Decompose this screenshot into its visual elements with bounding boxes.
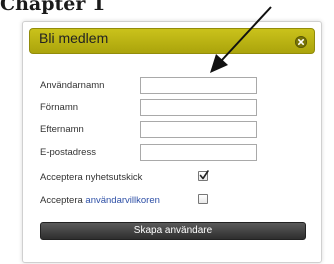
firstname-row: Förnamn: [40, 99, 310, 119]
username-label: Användarnamn: [40, 80, 105, 91]
terms-label-text: Acceptera: [40, 195, 86, 206]
lastname-row: Efternamn: [40, 121, 310, 141]
terms-label: Acceptera användarvillkoren: [40, 195, 160, 206]
close-icon[interactable]: [295, 36, 307, 48]
terms-link[interactable]: användarvillkoren: [85, 195, 159, 206]
email-input[interactable]: [140, 144, 257, 161]
terms-checkbox[interactable]: [198, 194, 208, 204]
lastname-input[interactable]: [140, 121, 257, 138]
signup-dialog: Bli medlem Användarnamn Förnamn Efternam…: [22, 21, 322, 263]
dialog-title: Bli medlem: [39, 30, 109, 46]
username-row: Användarnamn: [40, 77, 310, 97]
dialog-titlebar: Bli medlem: [29, 28, 315, 54]
newsletter-label: Acceptera nyhetsutskick: [40, 172, 143, 183]
newsletter-row: Acceptera nyhetsutskick: [40, 169, 310, 189]
firstname-label: Förnamn: [40, 102, 79, 113]
lastname-label: Efternamn: [40, 124, 84, 135]
page-caption: Chapter 1: [0, 0, 106, 15]
username-input[interactable]: [140, 77, 257, 94]
email-label: E-postadress: [40, 147, 96, 158]
newsletter-checkbox[interactable]: [198, 170, 209, 181]
email-row: E-postadress: [40, 144, 310, 164]
terms-row: Acceptera användarvillkoren: [40, 192, 310, 212]
create-user-button[interactable]: Skapa användare: [40, 222, 306, 240]
firstname-input[interactable]: [140, 99, 257, 116]
checkmark-icon: [199, 170, 209, 180]
